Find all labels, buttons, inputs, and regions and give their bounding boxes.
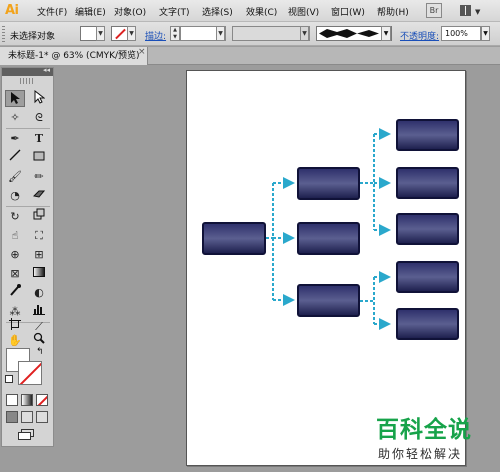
swap-icon[interactable]: ↰	[36, 347, 44, 357]
diagram-node[interactable]	[396, 167, 459, 199]
variable-width-dropdown[interactable]: ▼	[300, 26, 309, 41]
direct-selection-tool-icon[interactable]	[29, 89, 49, 107]
brush-dropdown[interactable]: ▼	[381, 26, 391, 41]
shape-builder-tool-icon[interactable]: ⊕	[5, 246, 25, 263]
selection-status: 未选择对象	[10, 32, 56, 42]
diagram-node[interactable]	[297, 284, 360, 317]
eyedropper-tool-icon[interactable]	[5, 284, 25, 301]
free-transform-tool-icon[interactable]: ⛶	[29, 227, 49, 244]
bridge-button[interactable]: Br	[426, 3, 442, 18]
draw-inside-icon[interactable]	[36, 411, 48, 423]
default-colors-icon[interactable]	[5, 375, 13, 383]
variable-width-profile[interactable]	[232, 26, 310, 41]
none-mode-icon[interactable]	[36, 394, 48, 406]
menu-select[interactable]: 选择(S)	[202, 5, 233, 18]
perspective-grid-tool-icon[interactable]: ⊞	[29, 246, 49, 263]
diagram-node[interactable]	[396, 308, 459, 340]
document-tab-bar: 未标题-1* @ 63% (CMYK/预览) ×	[0, 47, 500, 65]
menu-type[interactable]: 文字(T)	[159, 5, 190, 18]
blend-tool-icon[interactable]: ◐	[29, 284, 49, 301]
stroke-color-box[interactable]	[18, 361, 42, 385]
brush-stroke-icon	[319, 29, 379, 38]
diagram-node[interactable]	[396, 261, 459, 293]
diagram-node[interactable]	[396, 213, 459, 245]
screen-mode-icon[interactable]	[18, 429, 34, 440]
draw-normal-icon[interactable]	[6, 411, 18, 423]
opacity-label[interactable]: 不透明度:	[400, 29, 439, 42]
scale-tool-icon[interactable]	[29, 208, 49, 225]
document-tab-title: 未标题-1* @ 63% (CMYK/预览)	[8, 51, 140, 61]
arrange-icon	[460, 5, 471, 16]
stroke-dropdown[interactable]: ▼	[127, 26, 136, 41]
watermark: 百科全说 助你轻松解决	[366, 408, 498, 468]
blob-brush-tool-icon[interactable]: ◔	[5, 187, 25, 204]
menu-view[interactable]: 视图(V)	[288, 5, 319, 18]
eraser-tool-icon[interactable]	[29, 187, 49, 204]
control-bar: 未选择对象 ▼ ▼ 描边: ▲ ▼ ▼ ▼ ▼ 不透明度: 100% ▼	[0, 22, 500, 46]
close-icon[interactable]: ×	[138, 47, 146, 57]
magic-wand-tool-icon[interactable]: ✧	[5, 109, 25, 126]
type-tool-icon[interactable]: T	[29, 130, 49, 147]
none-stroke-icon	[115, 28, 126, 40]
watermark-title: 百科全说	[376, 417, 472, 443]
stroke-label[interactable]: 描边:	[145, 29, 166, 42]
tools-panel-header[interactable]: ◂◂	[2, 66, 53, 76]
document-tab[interactable]: 未标题-1* @ 63% (CMYK/预览)	[0, 47, 148, 65]
color-mode-icon[interactable]	[6, 394, 18, 406]
paintbrush-tool-icon[interactable]: 🖌	[5, 168, 25, 185]
diagram-node[interactable]	[396, 119, 459, 151]
pencil-tool-icon[interactable]: ✏	[29, 168, 49, 185]
stroke-weight-stepper[interactable]: ▲ ▼	[170, 26, 180, 41]
rotate-tool-icon[interactable]: ↻	[5, 208, 25, 225]
warp-tool-icon[interactable]: ☝	[5, 227, 25, 244]
watermark-subtitle: 助你轻松解决	[378, 447, 463, 461]
menu-effect[interactable]: 效果(C)	[246, 5, 277, 18]
selection-tool-icon[interactable]	[5, 90, 25, 107]
menu-file[interactable]: 文件(F)	[37, 5, 67, 18]
menu-bar: Ai 文件(F) 编辑(E) 对象(O) 文字(T) 选择(S) 效果(C) 视…	[0, 0, 500, 22]
draw-behind-icon[interactable]	[21, 411, 33, 423]
fill-dropdown[interactable]: ▼	[96, 26, 105, 41]
menu-window[interactable]: 窗口(W)	[331, 5, 365, 18]
rectangle-tool-icon[interactable]	[29, 149, 49, 166]
app-logo: Ai	[5, 3, 19, 18]
stroke-weight-dropdown[interactable]: ▼	[216, 26, 225, 41]
opacity-dropdown[interactable]: ▼	[481, 26, 490, 41]
pen-tool-icon[interactable]: ✒	[5, 130, 25, 147]
diagram-node[interactable]	[297, 222, 360, 255]
arrange-documents-button[interactable]: ▼	[458, 3, 484, 18]
chevron-down-icon: ▼	[475, 8, 481, 16]
tool-divider	[6, 128, 50, 129]
gradient-tool-icon[interactable]	[29, 265, 49, 282]
line-tool-icon[interactable]	[5, 149, 25, 166]
artboard[interactable]	[186, 70, 466, 466]
menu-object[interactable]: 对象(O)	[114, 5, 146, 18]
tools-panel-grip[interactable]	[20, 78, 35, 84]
tool-divider	[6, 206, 50, 207]
diagram-node[interactable]	[297, 167, 360, 200]
mesh-tool-icon[interactable]: ⊠	[5, 265, 25, 282]
opacity-field[interactable]: 100%	[441, 26, 481, 41]
control-bar-grip[interactable]	[2, 26, 5, 42]
gradient-mode-icon[interactable]	[21, 394, 33, 406]
collapse-icon[interactable]: ◂◂	[43, 66, 50, 74]
diagram-node-root[interactable]	[202, 222, 266, 255]
tools-panel: ◂◂ ✧ ᘓ ✒ T 🖌 ✏ ◔ ↻ ☝ ⛶ ⊕ ⊞ ⊠ ◐ ⁂ ⟋ ✋ ↰	[1, 66, 54, 447]
hand-tool-icon[interactable]: ✋	[5, 332, 25, 349]
menu-help[interactable]: 帮助(H)	[377, 5, 409, 18]
menu-edit[interactable]: 编辑(E)	[75, 5, 106, 18]
lasso-tool-icon[interactable]: ᘓ	[29, 109, 49, 126]
